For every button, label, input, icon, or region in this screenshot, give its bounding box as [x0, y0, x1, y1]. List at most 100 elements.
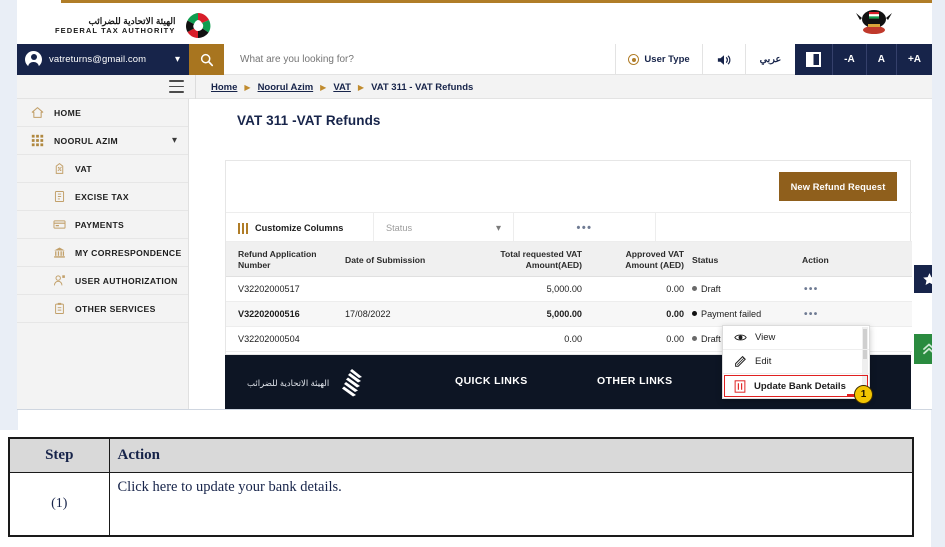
cell-approved: 0.00: [666, 284, 684, 294]
table-row[interactable]: V32202000517 5,000.00 0.00 Draft •••: [226, 277, 912, 302]
font-decrease-button[interactable]: -A: [832, 44, 866, 75]
search-input[interactable]: [224, 44, 654, 75]
status-label: Draft: [701, 284, 721, 294]
payments-icon: [53, 220, 66, 229]
chevron-down-icon: ▾: [171, 135, 177, 146]
cell-status: Draft: [692, 334, 721, 344]
sidebar-item-label: MY CORRESPONDENCE: [75, 247, 182, 258]
search-icon: [200, 53, 213, 66]
arabic-language-button[interactable]: عربي: [744, 44, 795, 75]
column-header-refund-number: Refund Application Number: [238, 249, 317, 270]
more-horizontal-icon: •••: [576, 222, 593, 234]
cell-status: Payment failed: [692, 309, 761, 319]
footer-quick-links[interactable]: QUICK LINKS: [455, 375, 528, 387]
arabic-label: عربي: [759, 54, 782, 65]
status-filter-label: Status: [386, 223, 413, 233]
sidebar-item-other-services[interactable]: OTHER SERVICES: [17, 295, 188, 323]
footer-other-links[interactable]: OTHER LINKS: [597, 375, 673, 387]
context-menu-item-view[interactable]: View: [723, 326, 869, 350]
pencil-edit-icon: [735, 355, 746, 367]
breadcrumb-item-home[interactable]: Home: [211, 82, 237, 93]
fta-logo[interactable]: الهيئة الاتحادية للضرائب FEDERAL TAX AUT…: [55, 11, 213, 41]
table-toolbar: Customize Columns Status ▾ •••: [226, 212, 912, 243]
step-action-table: Step Action (1) Click here to update you…: [8, 437, 914, 537]
row-action-button[interactable]: •••: [804, 284, 819, 295]
sidebar-item-label: VAT: [75, 163, 92, 174]
breadcrumb-item-noorul-azim[interactable]: Noorul Azim: [258, 82, 314, 93]
status-dot-icon: [692, 311, 697, 316]
footer-logo: الهيئة الاتحادية للضرائب: [247, 368, 364, 398]
sound-button[interactable]: [701, 44, 745, 75]
breadcrumb-item-vat[interactable]: VAT: [333, 82, 351, 93]
column-header-approved: Approved VAT Amount (AED): [625, 249, 684, 270]
row-context-menu: View Edit Update Bank Details: [722, 325, 870, 399]
chevron-down-icon: ▾: [495, 222, 501, 234]
table-row[interactable]: V32202000516 17/08/2022 5,000.00 0.00 Pa…: [226, 302, 912, 327]
fta-logo-icon: [183, 11, 213, 41]
cell-refund-number: V32202000504: [238, 334, 300, 344]
account-search-bar: vatreturns@gmail.com ▾ User Type: [17, 44, 932, 75]
customize-columns-button[interactable]: Customize Columns: [226, 213, 374, 243]
sidebar: HOME NOORUL AZIM ▾ VAT EXCISE TAX PAYMEN…: [17, 99, 189, 409]
page-backdrop-left: [0, 0, 18, 430]
search-button[interactable]: [189, 44, 224, 75]
triangle-right-icon: ▶: [357, 82, 365, 92]
row-action-button[interactable]: •••: [804, 309, 819, 320]
header-tools: User Type عربي -A A +A: [615, 44, 932, 75]
sidebar-item-label: NOORUL AZIM: [54, 135, 119, 146]
cell-refund-number: V32202000516: [238, 309, 300, 319]
cell-total-requested: 0.00: [564, 334, 582, 344]
user-avatar-icon: [25, 51, 42, 68]
cell-date: 17/08/2022: [345, 309, 391, 319]
user-type-icon: [628, 54, 640, 65]
sidebar-item-user-authorization[interactable]: USER AUTHORIZATION: [17, 267, 188, 295]
sidebar-item-vat[interactable]: VAT: [17, 155, 188, 183]
account-selector[interactable]: vatreturns@gmail.com ▾: [17, 44, 189, 75]
font-increase-label: +A: [907, 54, 921, 65]
sidebar-item-label: USER AUTHORIZATION: [75, 275, 178, 286]
sidebar-item-excise-tax[interactable]: EXCISE TAX: [17, 183, 188, 211]
step-table-header-row: Step Action: [8, 437, 914, 473]
toolbar-more-button[interactable]: •••: [514, 213, 656, 243]
chevron-down-icon: ▾: [174, 54, 180, 65]
status-filter-select[interactable]: Status ▾: [374, 213, 514, 243]
correspondence-icon: [54, 247, 65, 258]
step-action-cell: Click here to update your bank details.: [108, 471, 914, 537]
column-header-status: Status: [692, 255, 719, 265]
scroll-to-top-button[interactable]: [914, 334, 932, 364]
cell-approved: 0.00: [666, 334, 684, 344]
eye-icon: [734, 334, 747, 341]
font-increase-button[interactable]: +A: [895, 44, 932, 75]
sidebar-item-my-correspondence[interactable]: MY CORRESPONDENCE: [17, 239, 188, 267]
user-type-button[interactable]: User Type: [615, 44, 701, 75]
page-title: VAT 311 -VAT Refunds: [237, 113, 381, 128]
screenshot-root: الهيئة الاتحادية للضرائب FEDERAL TAX AUT…: [0, 0, 945, 547]
new-refund-request-button[interactable]: New Refund Request: [779, 172, 897, 201]
contrast-icon: [806, 52, 822, 67]
column-header-date: Date of Submission: [345, 255, 426, 265]
step-number-cell: (1): [8, 471, 110, 537]
context-menu-item-edit[interactable]: Edit: [723, 350, 869, 374]
hamburger-menu-icon[interactable]: [169, 80, 184, 93]
excise-tax-icon: [54, 190, 65, 203]
cell-refund-number: V32202000517: [238, 284, 300, 294]
cell-total-requested: 5,000.00: [546, 284, 582, 294]
font-decrease-label: -A: [844, 54, 855, 65]
status-label: Draft: [701, 334, 721, 344]
favorites-button[interactable]: [914, 265, 932, 293]
contrast-toggle-button[interactable]: [795, 44, 832, 75]
speaker-icon: [717, 54, 731, 65]
triangle-right-icon: ▶: [320, 82, 327, 92]
breadcrumb-bar: Home ▶ Noorul Azim ▶ VAT ▶ VAT 311 - VAT…: [17, 75, 932, 99]
user-authorization-icon: [53, 275, 65, 286]
sidebar-item-noorul-azim[interactable]: NOORUL AZIM ▾: [17, 127, 188, 155]
font-normal-button[interactable]: A: [865, 44, 896, 75]
sidebar-item-home[interactable]: HOME: [17, 99, 188, 127]
step-table-row: (1) Click here to update your bank detai…: [8, 471, 914, 537]
columns-icon: [238, 222, 248, 234]
brand-bar: الهيئة الاتحادية للضرائب FEDERAL TAX AUT…: [17, 3, 932, 44]
sidebar-item-label: OTHER SERVICES: [75, 303, 156, 314]
sidebar-item-label: PAYMENTS: [75, 219, 125, 230]
sidebar-item-payments[interactable]: PAYMENTS: [17, 211, 188, 239]
